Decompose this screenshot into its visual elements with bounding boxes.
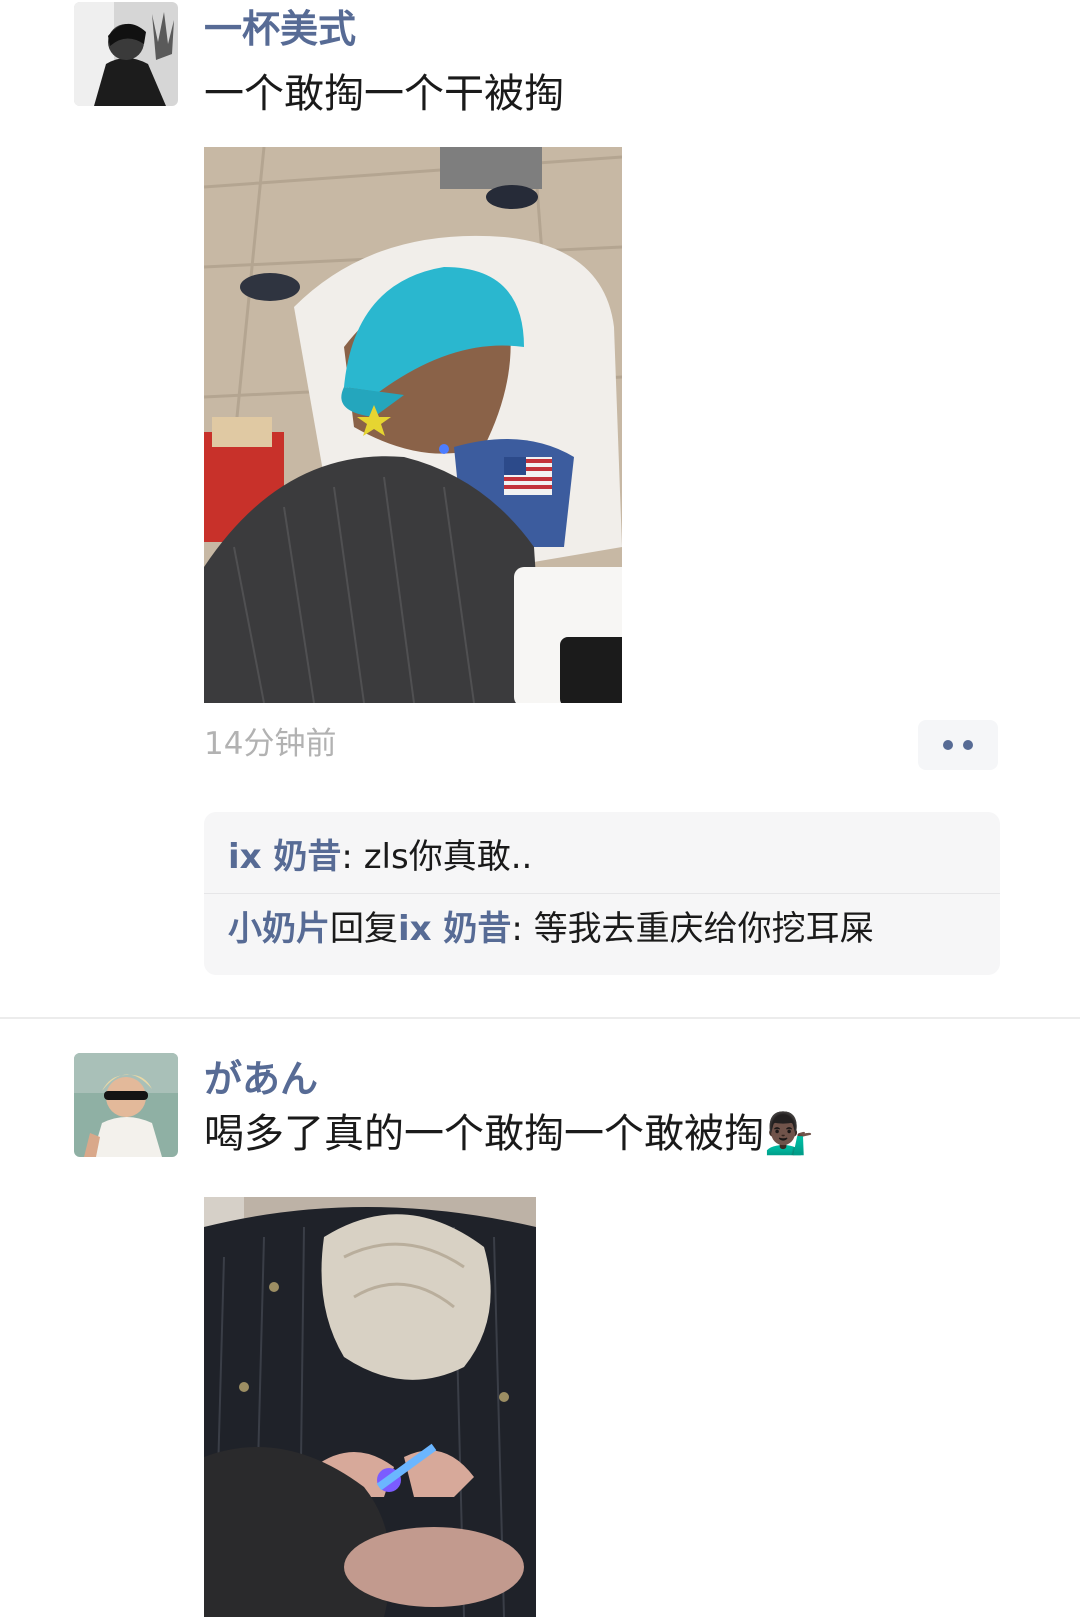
reply-word: 回复 [330, 909, 398, 949]
post-photo[interactable] [204, 1197, 536, 1617]
more-dots-icon [963, 740, 973, 750]
username[interactable]: 一杯美式 [204, 5, 356, 53]
comment-text: 等我去重庆给你挖耳屎 [533, 909, 874, 949]
post-text: 喝多了真的一个敢掏一个敢被掏💁🏿‍♂️ [204, 1111, 814, 1157]
comment-text: zls你真敢.. [363, 837, 533, 877]
reply-to-author[interactable]: ix 奶昔 [398, 909, 511, 949]
moment-post: 一杯美式 一个敢掏一个干被掏 14分钟前 ix 奶昔: zls你真敢.. 小奶片… [0, 0, 1080, 1017]
more-button[interactable] [918, 720, 998, 770]
comment-item[interactable]: ix 奶昔: zls你真敢.. [228, 822, 980, 892]
comment-separator: : [341, 837, 364, 877]
avatar[interactable] [74, 1053, 178, 1157]
username[interactable]: があん [204, 1055, 318, 1103]
comment-author[interactable]: 小奶片 [228, 909, 330, 949]
comment-separator: : [511, 909, 534, 949]
post-photo[interactable] [204, 147, 622, 703]
moment-post: があん 喝多了真的一个敢掏一个敢被掏💁🏿‍♂️ [0, 1017, 1080, 1617]
avatar[interactable] [74, 2, 178, 106]
comment-list: ix 奶昔: zls你真敢.. 小奶片回复ix 奶昔: 等我去重庆给你挖耳屎 [204, 812, 1000, 975]
post-text: 一个敢掏一个干被掏 [204, 71, 564, 117]
more-dots-icon [943, 740, 953, 750]
post-time: 14分钟前 [204, 726, 337, 762]
comment-item[interactable]: 小奶片回复ix 奶昔: 等我去重庆给你挖耳屎 [228, 894, 980, 964]
comment-author[interactable]: ix 奶昔 [228, 837, 341, 877]
